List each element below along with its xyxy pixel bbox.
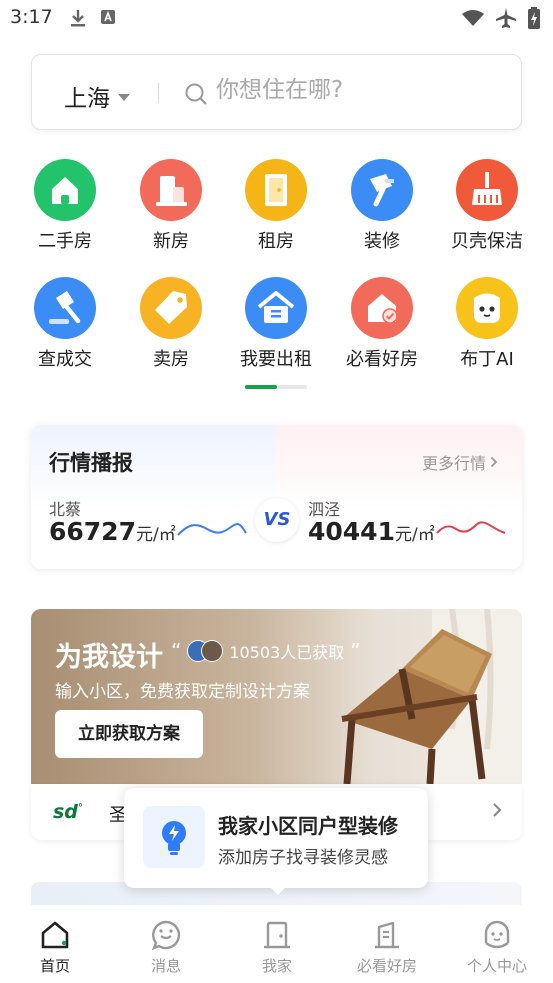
- my-home-icon: [232, 919, 322, 951]
- grid-label: 我要出租: [240, 349, 312, 370]
- status-system-icons: [461, 7, 541, 29]
- check-house-icon: [351, 277, 413, 339]
- search-input[interactable]: [216, 77, 496, 103]
- grid-label: 新房: [153, 231, 189, 252]
- tab-label: 我家: [261, 957, 292, 975]
- market-more-label: 更多行情: [421, 454, 486, 473]
- region-right-price-wrap: 40441元/㎡: [308, 517, 435, 546]
- brand-logo-text: sd: [53, 801, 78, 823]
- region-left-price: 66727: [49, 517, 136, 546]
- home-icon: [10, 919, 100, 951]
- banner-quote: “ 10503人已获取 ”: [171, 639, 361, 663]
- grid-label: 卖房: [153, 349, 189, 370]
- tab-messages[interactable]: 消息: [121, 919, 211, 976]
- city-selector[interactable]: 上海: [64, 79, 130, 113]
- city-label: 上海: [64, 86, 110, 112]
- building-icon: [140, 159, 202, 221]
- tip-subtitle: 添加房子找寻装修灵感: [218, 848, 388, 868]
- decoration-tip-popup[interactable]: 我家小区同户型装修 添加房子找寻装修灵感: [124, 788, 428, 895]
- grid-item-ai[interactable]: 布丁AI: [437, 277, 537, 371]
- banner-title: 为我设计: [55, 642, 163, 673]
- search-divider: [158, 83, 159, 103]
- tab-profile[interactable]: 个人中心: [452, 919, 542, 976]
- region-right-unit: 元/㎡: [394, 525, 435, 545]
- region-left-unit: 元/㎡: [135, 525, 176, 545]
- good-house-icon: [342, 919, 432, 951]
- grid-label: 布丁AI: [460, 349, 514, 370]
- paint-roller-icon: [351, 159, 413, 221]
- region-left-price-wrap: 66727元/㎡: [49, 517, 176, 546]
- grid-label: 装修: [364, 231, 400, 252]
- tab-label: 必看好房: [356, 957, 417, 975]
- get-plan-button[interactable]: 立即获取方案: [55, 710, 203, 758]
- status-bar: 3:17: [0, 0, 553, 38]
- quote-open-mark: “: [171, 639, 182, 663]
- app-notification-icon: [101, 10, 115, 24]
- chair-image: [341, 609, 522, 784]
- status-notification-icons: [70, 9, 116, 27]
- grid-label: 二手房: [38, 231, 92, 252]
- trend-sparkline-right: [436, 521, 506, 534]
- grid-item-cleaning[interactable]: 贝壳保洁: [437, 159, 537, 253]
- market-title: 行情播报: [49, 451, 133, 475]
- tab-home[interactable]: 首页: [10, 919, 100, 976]
- market-more-link[interactable]: 更多行情: [422, 450, 498, 474]
- avatar: [201, 640, 224, 662]
- message-icon: [121, 919, 211, 951]
- grid-page-indicator: [245, 385, 307, 389]
- caret-down-icon: [118, 94, 130, 101]
- broom-icon: [456, 159, 518, 221]
- grid-item-second-hand[interactable]: 二手房: [15, 159, 115, 253]
- tab-label: 消息: [150, 957, 181, 975]
- grid-item-sell[interactable]: 卖房: [121, 277, 221, 371]
- vs-label: VS: [263, 509, 291, 530]
- chevron-right-icon: [490, 456, 498, 468]
- tip-title: 我家小区同户型装修: [218, 814, 398, 838]
- chevron-right-icon: [493, 803, 502, 817]
- house-icon: [34, 159, 96, 221]
- gavel-icon: [34, 277, 96, 339]
- grid-item-deals[interactable]: 查成交: [15, 277, 115, 371]
- grid-label: 租房: [258, 231, 294, 252]
- rent-house-icon: [245, 277, 307, 339]
- tag-icon: [140, 277, 202, 339]
- profile-icon: [452, 919, 542, 951]
- vs-badge: VS: [255, 498, 299, 542]
- tab-my-home[interactable]: 我家: [232, 919, 322, 976]
- design-banner[interactable]: 为我设计 “ 10503人已获取 ” 输入小区，免费获取定制设计方案 立即获取方…: [31, 609, 522, 784]
- bottom-tab-bar: 首页 消息 我家 必看好房 个人中心: [0, 905, 553, 983]
- tab-label: 个人中心: [466, 957, 527, 975]
- banner-subtitle: 输入小区，免费获取定制设计方案: [55, 682, 310, 702]
- avatar-group: [187, 640, 224, 662]
- grid-item-rent-out[interactable]: 我要出租: [226, 277, 326, 371]
- grid-item-rent[interactable]: 租房: [226, 159, 326, 253]
- page-indicator-active: [245, 385, 277, 389]
- battery-icon: [528, 7, 540, 29]
- download-icon: [71, 10, 85, 27]
- search-icon: [185, 83, 207, 105]
- quote-close-mark: ”: [350, 639, 361, 663]
- grid-item-must-see[interactable]: 必看好房: [332, 277, 432, 371]
- wifi-icon: [462, 10, 484, 26]
- grid-label: 必看好房: [346, 349, 418, 370]
- ai-bot-icon: [456, 277, 518, 339]
- trend-sparkline-left: [177, 523, 247, 536]
- tab-label: 首页: [39, 957, 70, 975]
- airplane-icon: [496, 8, 516, 28]
- region-right-price: 40441: [308, 517, 395, 546]
- search-bar: 上海: [31, 54, 522, 130]
- grid-item-decoration[interactable]: 装修: [332, 159, 432, 253]
- grid-label: 贝壳保洁: [451, 231, 523, 252]
- lightbulb-icon: [143, 806, 205, 868]
- banner-count: 10503人已获取: [229, 643, 345, 662]
- tip-arrow: [269, 886, 287, 895]
- tab-must-see[interactable]: 必看好房: [342, 919, 432, 976]
- market-report-card[interactable]: 行情播报 更多行情 北蔡 66727元/㎡ VS 泗泾 40441元/㎡: [31, 425, 522, 569]
- door-icon: [245, 159, 307, 221]
- grid-label: 查成交: [38, 349, 92, 370]
- status-time: 3:17: [10, 6, 53, 28]
- brand-logo: sd°: [53, 801, 83, 823]
- grid-item-new-house[interactable]: 新房: [121, 159, 221, 253]
